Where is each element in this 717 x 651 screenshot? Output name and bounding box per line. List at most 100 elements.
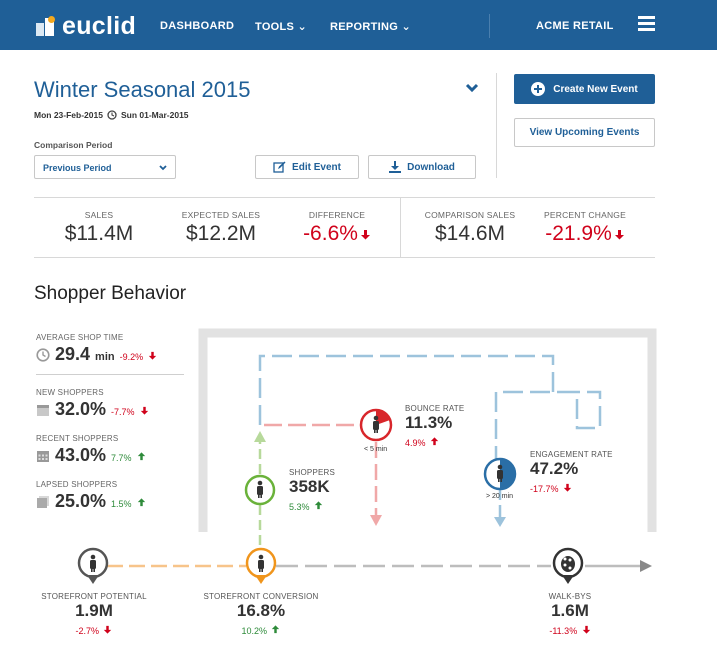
stat-change: 1.5% [111, 499, 132, 509]
shoppers-circle-icon [244, 474, 276, 506]
stat-label: NEW SHOPPERS [36, 388, 104, 397]
stat-change: -17.7% [530, 484, 559, 494]
metric-comparison-sales: COMPARISON SALES $14.6M [422, 210, 518, 246]
arrow-up-icon [137, 498, 145, 507]
shoppers-stat: SHOPPERS 358K 5.3% [289, 468, 335, 515]
stat-value: 47.2% [530, 459, 579, 478]
metric-value: $12.2M [185, 222, 257, 245]
walk-bys-pin-icon [552, 547, 584, 584]
stat-label: BOUNCE RATE [405, 404, 465, 413]
new-shoppers-stat: NEW SHOPPERS 32.0% -7.7% [36, 388, 149, 420]
comparison-period-label: Comparison Period [34, 140, 113, 150]
storefront-conversion-pin-icon [245, 547, 277, 584]
stat-value: 29.4 [55, 344, 91, 364]
stat-label: LAPSED SHOPPERS [36, 480, 118, 489]
comparison-period-value: Previous Period [43, 163, 112, 173]
calendar-stack-icon [37, 495, 49, 508]
metrics-bar: SALES $11.4M EXPECTED SALES $12.2M DIFFE… [34, 197, 655, 258]
nav-tools[interactable]: TOOLS ⌄ [255, 20, 307, 33]
nav-reporting[interactable]: REPORTING ⌄ [330, 20, 411, 33]
clock-icon [107, 110, 117, 120]
arrow-up-icon [137, 452, 145, 461]
stat-value: 25.0% [55, 491, 107, 511]
walk-bys-stat: WALK-BYS 1.6M -11.3% [530, 592, 610, 639]
stat-change: -11.3% [549, 626, 578, 636]
create-new-event-label: Create New Event [553, 83, 638, 95]
download-button[interactable]: Download [368, 155, 476, 179]
calendar-grid-icon [37, 450, 49, 462]
stat-change: 10.2% [241, 626, 268, 636]
plus-circle-icon [531, 82, 546, 96]
stat-value: 32.0% [55, 399, 107, 419]
metric-label: SALES [84, 210, 114, 220]
lapsed-shoppers-stat: LAPSED SHOPPERS 25.0% 1.5% [36, 480, 146, 512]
storefront-conversion-stat: STOREFRONT CONVERSION 16.8% 10.2% [198, 592, 324, 639]
arrow-up-icon [430, 437, 439, 446]
metric-value: $14.6M [434, 222, 506, 245]
engagement-rate-stat: ENGAGEMENT RATE 47.2% -17.7% [530, 450, 613, 497]
stat-value: 11.3% [405, 413, 453, 432]
create-new-event-button[interactable]: Create New Event [514, 74, 655, 104]
header-divider [496, 73, 497, 178]
arrow-down-icon [140, 406, 148, 415]
chevron-down-icon[interactable] [464, 82, 480, 94]
edit-icon [273, 161, 286, 173]
stat-label: STOREFRONT POTENTIAL [41, 592, 147, 601]
event-title: Winter Seasonal 2015 [34, 77, 251, 102]
metric-value: $11.4M [64, 222, 134, 245]
nav-divider [489, 14, 490, 38]
metrics-divider [400, 198, 401, 257]
download-label: Download [407, 161, 455, 173]
storefront-potential-pin-icon [77, 547, 109, 584]
avg-shop-time-stat: AVERAGE SHOP TIME 29.4 min -9.2% [36, 333, 157, 365]
account-menu[interactable]: ACME RETAIL [536, 20, 614, 32]
edit-event-button[interactable]: Edit Event [255, 155, 359, 179]
arrow-down-icon [148, 351, 157, 360]
stat-change: 7.7% [111, 453, 132, 463]
logo-text: euclid [62, 12, 137, 40]
metric-label: COMPARISON SALES [424, 210, 516, 220]
stat-label: ENGAGEMENT RATE [530, 450, 613, 459]
bounce-threshold: < 5 min [364, 446, 388, 453]
nav-dashboard[interactable]: DASHBOARD [160, 20, 234, 32]
stat-label: RECENT SHOPPERS [36, 434, 119, 443]
stat-label: STOREFRONT CONVERSION [203, 592, 319, 601]
edit-event-label: Edit Event [292, 161, 341, 173]
arrow-down-icon [614, 230, 624, 240]
view-upcoming-events-label: View Upcoming Events [529, 127, 640, 138]
stat-value: 43.0% [55, 445, 107, 465]
arrow-up-icon [272, 625, 280, 634]
stat-change: -7.7% [111, 407, 135, 417]
metric-value: -6.6% [292, 222, 382, 246]
top-nav-bar: euclid DASHBOARD TOOLS ⌄ REPORTING ⌄ ACM… [0, 0, 717, 50]
arrow-down-icon [104, 625, 112, 634]
hamburger-icon[interactable] [638, 16, 655, 32]
engagement-rate-circle-icon [483, 457, 517, 491]
euclid-logo[interactable]: euclid [36, 12, 136, 41]
engagement-threshold: > 20 min [486, 493, 514, 500]
bounce-rate-circle-icon [359, 408, 393, 442]
logo-mark-icon [36, 15, 56, 38]
stat-change: 5.3% [289, 502, 310, 512]
stat-change: 4.9% [405, 438, 426, 448]
view-upcoming-events-button[interactable]: View Upcoming Events [514, 118, 655, 147]
metric-expected-sales: EXPECTED SALES $12.2M [176, 210, 266, 246]
end-date: Sun 01-Mar-2015 [120, 110, 189, 120]
stat-change: -9.2% [119, 352, 144, 362]
bounce-rate-stat: BOUNCE RATE 11.3% 4.9% [405, 404, 464, 451]
metric-label: PERCENT CHANGE [544, 210, 626, 220]
arrow-down-icon [563, 483, 572, 492]
metric-label: DIFFERENCE [308, 210, 366, 220]
stat-label: WALK-BYS [548, 592, 592, 601]
stat-value: 1.9M [75, 601, 113, 620]
stat-change: -2.7% [75, 626, 100, 636]
metric-label: EXPECTED SALES [181, 210, 261, 220]
stat-label: SHOPPERS [289, 468, 336, 477]
arrow-down-icon [582, 625, 590, 634]
metric-sales: SALES $11.4M [59, 210, 139, 246]
storefront-potential-stat: STOREFRONT POTENTIAL 1.9M -2.7% [38, 592, 150, 639]
recent-shoppers-stat: RECENT SHOPPERS 43.0% 7.7% [36, 434, 146, 466]
stat-value: 358K [289, 477, 330, 496]
comparison-period-select[interactable]: Previous Period [34, 155, 176, 179]
stat-label: AVERAGE SHOP TIME [36, 333, 124, 342]
